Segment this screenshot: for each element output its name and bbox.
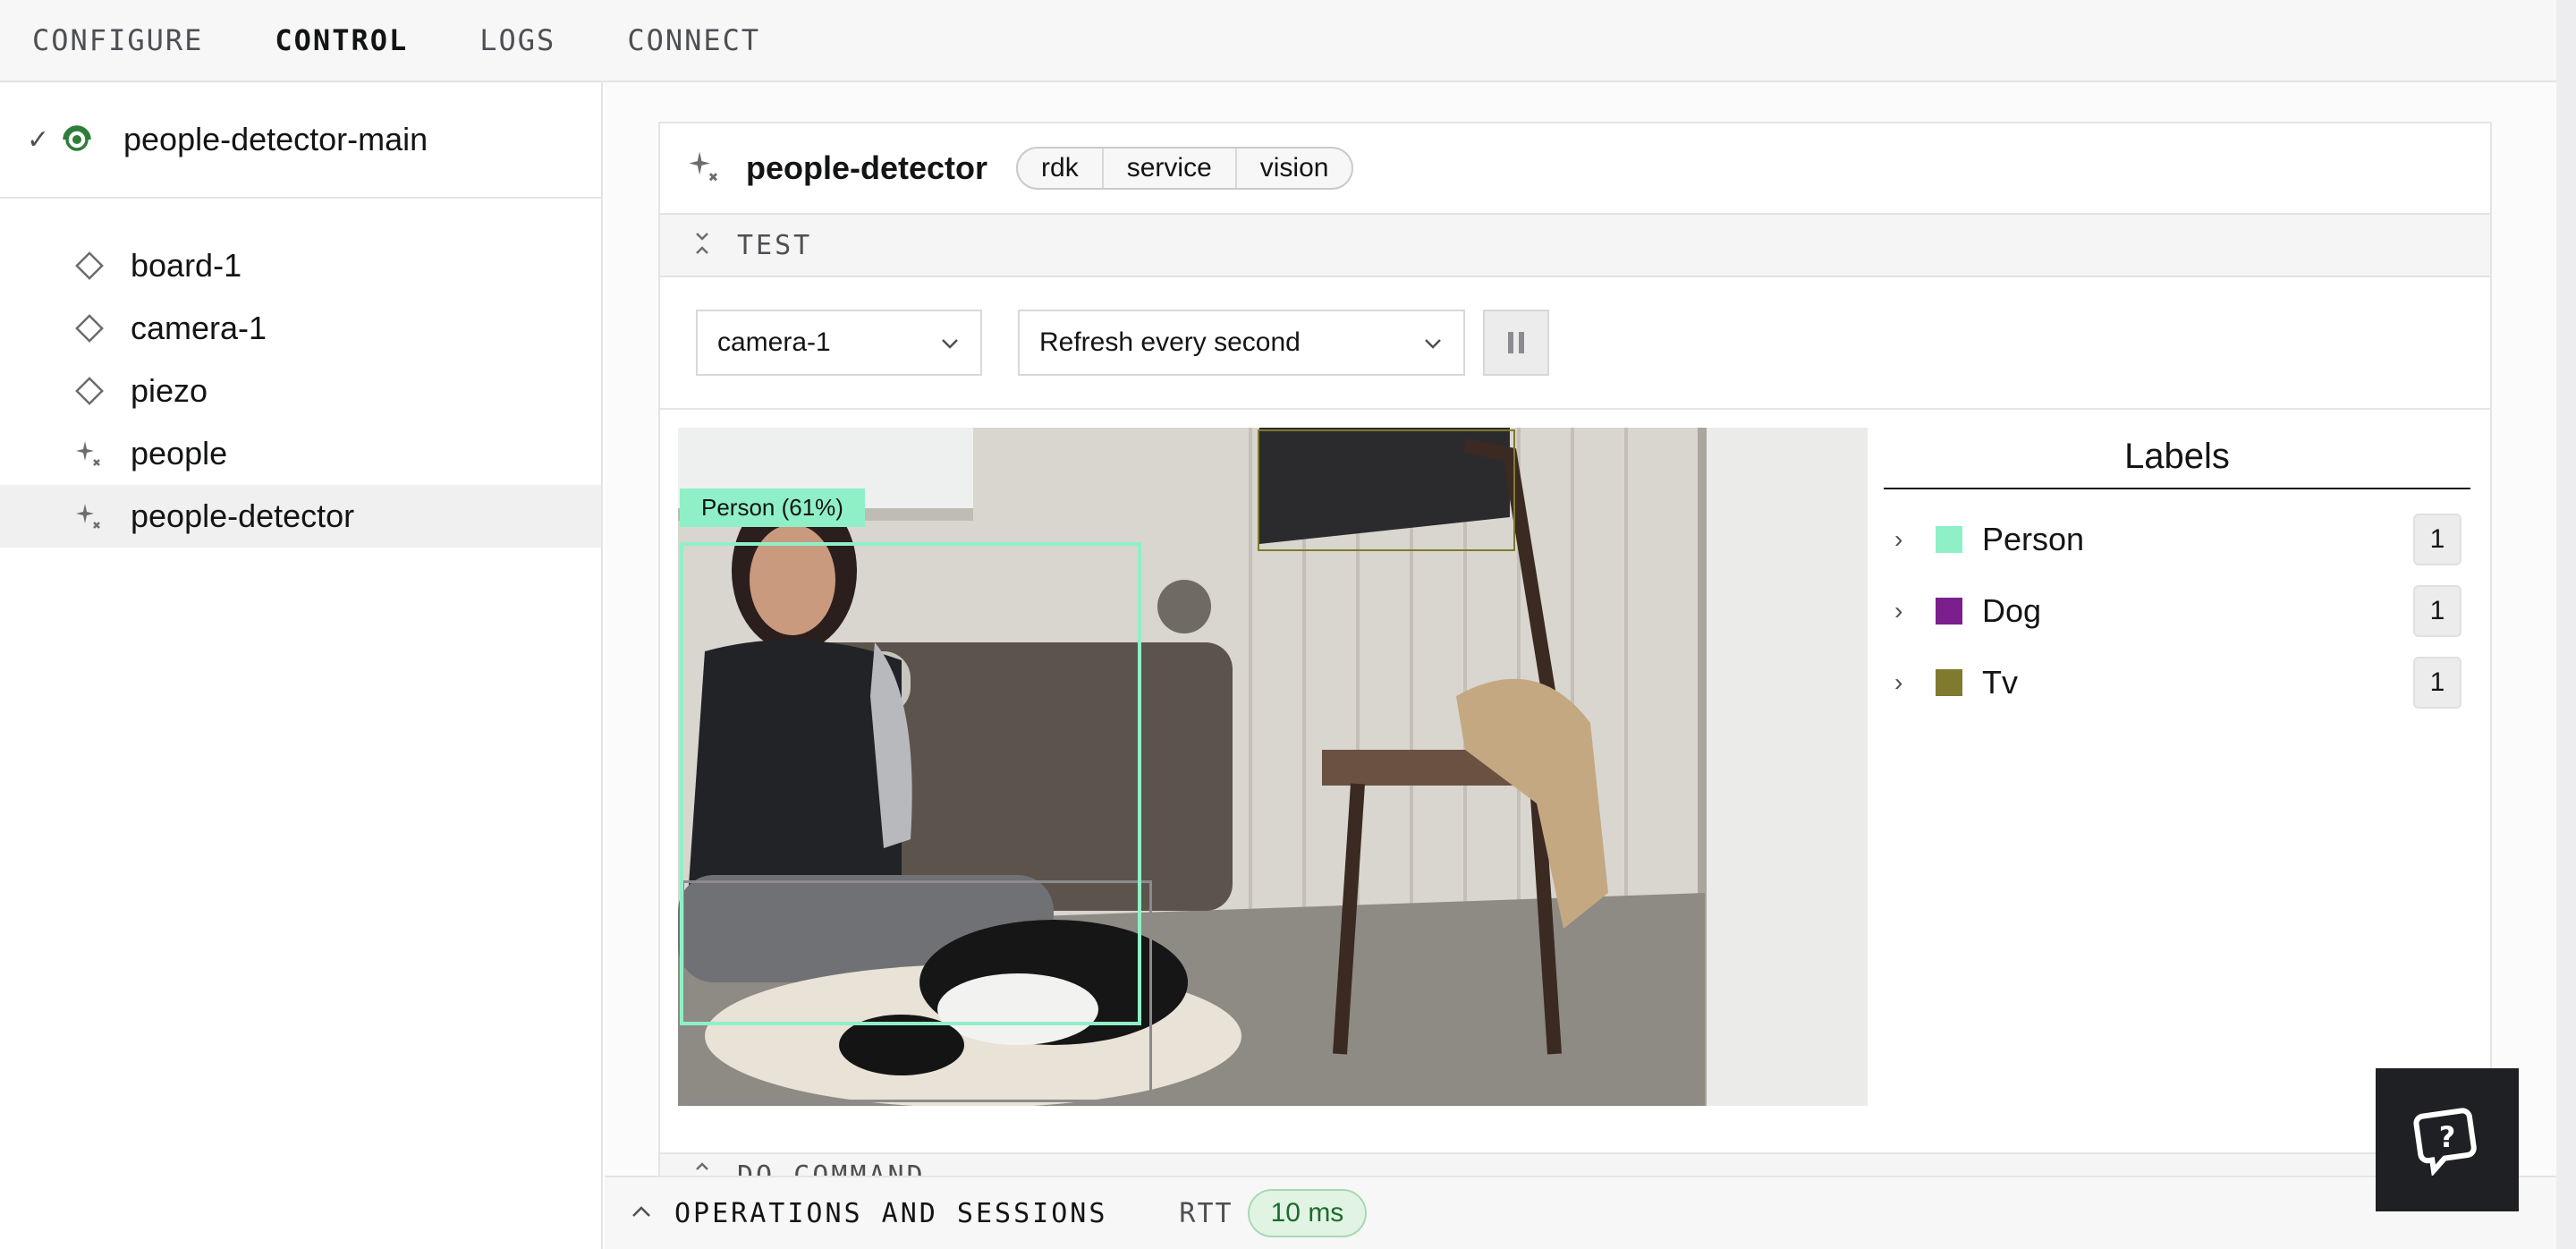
detection-viewer: Person (61%) Labels › Person 1 › Dog 1 ›… <box>660 410 2490 1129</box>
top-nav: CONFIGURE CONTROL LOGS CONNECT <box>0 0 2556 82</box>
card-header: people-detector rdk service vision <box>660 123 2490 215</box>
label-row-person[interactable]: › Person 1 <box>1884 504 2470 575</box>
collapse-icon <box>692 230 712 261</box>
chevron-down-icon <box>1422 327 1444 358</box>
test-section-label: TEST <box>737 229 813 261</box>
camera-image: Person (61%) <box>678 428 1868 1106</box>
label-color-swatch <box>1936 526 1962 553</box>
sidebar-item-camera-1[interactable]: camera-1 <box>0 297 601 360</box>
help-chat-button[interactable]: ? <box>2376 1068 2519 1211</box>
resource-list: board-1 camera-1 piezo people people-det… <box>0 199 601 548</box>
label-name: Person <box>1982 521 2085 557</box>
tab-control[interactable]: CONTROL <box>275 23 408 57</box>
sidebar-item-label: people <box>131 435 228 472</box>
label-count: 1 <box>2413 514 2462 565</box>
rtt-badge: 10 ms <box>1247 1189 1368 1237</box>
labels-panel: Labels › Person 1 › Dog 1 › Tv 1 <box>1884 428 2470 718</box>
breadcrumb-item: service <box>1101 149 1235 188</box>
test-controls: camera-1 Refresh every second <box>660 277 2490 410</box>
breadcrumb-item: vision <box>1234 149 1352 188</box>
operations-sessions-toggle[interactable]: OPERATIONS AND SESSIONS <box>674 1198 1107 1229</box>
pause-button[interactable] <box>1483 310 1549 376</box>
sidebar-item-label: board-1 <box>131 247 242 284</box>
chevron-right-icon: › <box>1894 668 1903 696</box>
labels-title: Labels <box>1884 428 2470 489</box>
live-signal-icon <box>59 122 104 157</box>
label-color-swatch <box>1936 598 1962 624</box>
tv-bounding-box <box>1258 429 1515 551</box>
machine-row[interactable]: ✓ people-detector-main <box>0 82 601 199</box>
tab-logs[interactable]: LOGS <box>479 23 555 57</box>
chevron-right-icon: › <box>1894 597 1903 624</box>
camera-select[interactable]: camera-1 <box>696 310 982 376</box>
component-diamond-icon <box>73 375 106 407</box>
chevron-down-icon <box>939 327 961 358</box>
rtt-label: RTT <box>1179 1197 1233 1229</box>
card-title: people-detector <box>746 149 988 186</box>
tab-connect[interactable]: CONNECT <box>627 23 760 57</box>
sidebar-item-label: piezo <box>131 372 208 409</box>
service-sparkle-icon <box>73 438 106 470</box>
sidebar-item-board-1[interactable]: board-1 <box>0 234 601 297</box>
breadcrumb: rdk service vision <box>1016 147 1354 190</box>
sidebar: ✓ people-detector-main board-1 camera-1 <box>0 82 603 1249</box>
sidebar-item-piezo[interactable]: piezo <box>0 360 601 422</box>
person-detection-label: Person (61%) <box>680 489 865 527</box>
svg-text:?: ? <box>2439 1120 2456 1154</box>
machine-name: people-detector-main <box>123 121 428 157</box>
sidebar-item-people[interactable]: people <box>0 422 601 485</box>
sidebar-item-people-detector[interactable]: people-detector <box>0 485 601 548</box>
pause-icon <box>1508 332 1513 353</box>
main-panel: people-detector rdk service vision TEST … <box>605 82 2556 1197</box>
chevron-right-icon: › <box>1894 525 1903 553</box>
label-name: Dog <box>1982 592 2042 629</box>
camera-select-value: camera-1 <box>717 327 831 357</box>
label-row-tv[interactable]: › Tv 1 <box>1884 647 2470 718</box>
refresh-select[interactable]: Refresh every second <box>1018 310 1465 376</box>
sidebar-item-label: camera-1 <box>131 310 267 346</box>
refresh-select-value: Refresh every second <box>1039 327 1301 357</box>
help-chat-icon: ? <box>2410 1100 2485 1180</box>
label-row-dog[interactable]: › Dog 1 <box>1884 575 2470 647</box>
breadcrumb-item: rdk <box>1041 153 1079 183</box>
label-name: Tv <box>1982 664 2018 701</box>
check-icon: ✓ <box>27 124 50 155</box>
chevron-up-icon[interactable] <box>630 1203 653 1224</box>
operations-bar: OPERATIONS AND SESSIONS RTT 10 ms <box>605 1176 2556 1249</box>
window-edge <box>2556 0 2576 1249</box>
test-section-toggle[interactable]: TEST <box>660 215 2490 277</box>
component-diamond-icon <box>73 250 106 282</box>
person-bounding-box <box>680 542 1141 1025</box>
service-sparkle-icon <box>73 500 106 532</box>
label-count: 1 <box>2413 585 2462 637</box>
label-color-swatch <box>1936 669 1962 696</box>
service-sparkle-icon <box>687 149 723 189</box>
sidebar-item-label: people-detector <box>131 497 355 534</box>
tab-configure[interactable]: CONFIGURE <box>32 23 203 57</box>
component-diamond-icon <box>73 312 106 344</box>
resource-card: people-detector rdk service vision TEST … <box>658 122 2494 1197</box>
label-count: 1 <box>2413 657 2462 709</box>
